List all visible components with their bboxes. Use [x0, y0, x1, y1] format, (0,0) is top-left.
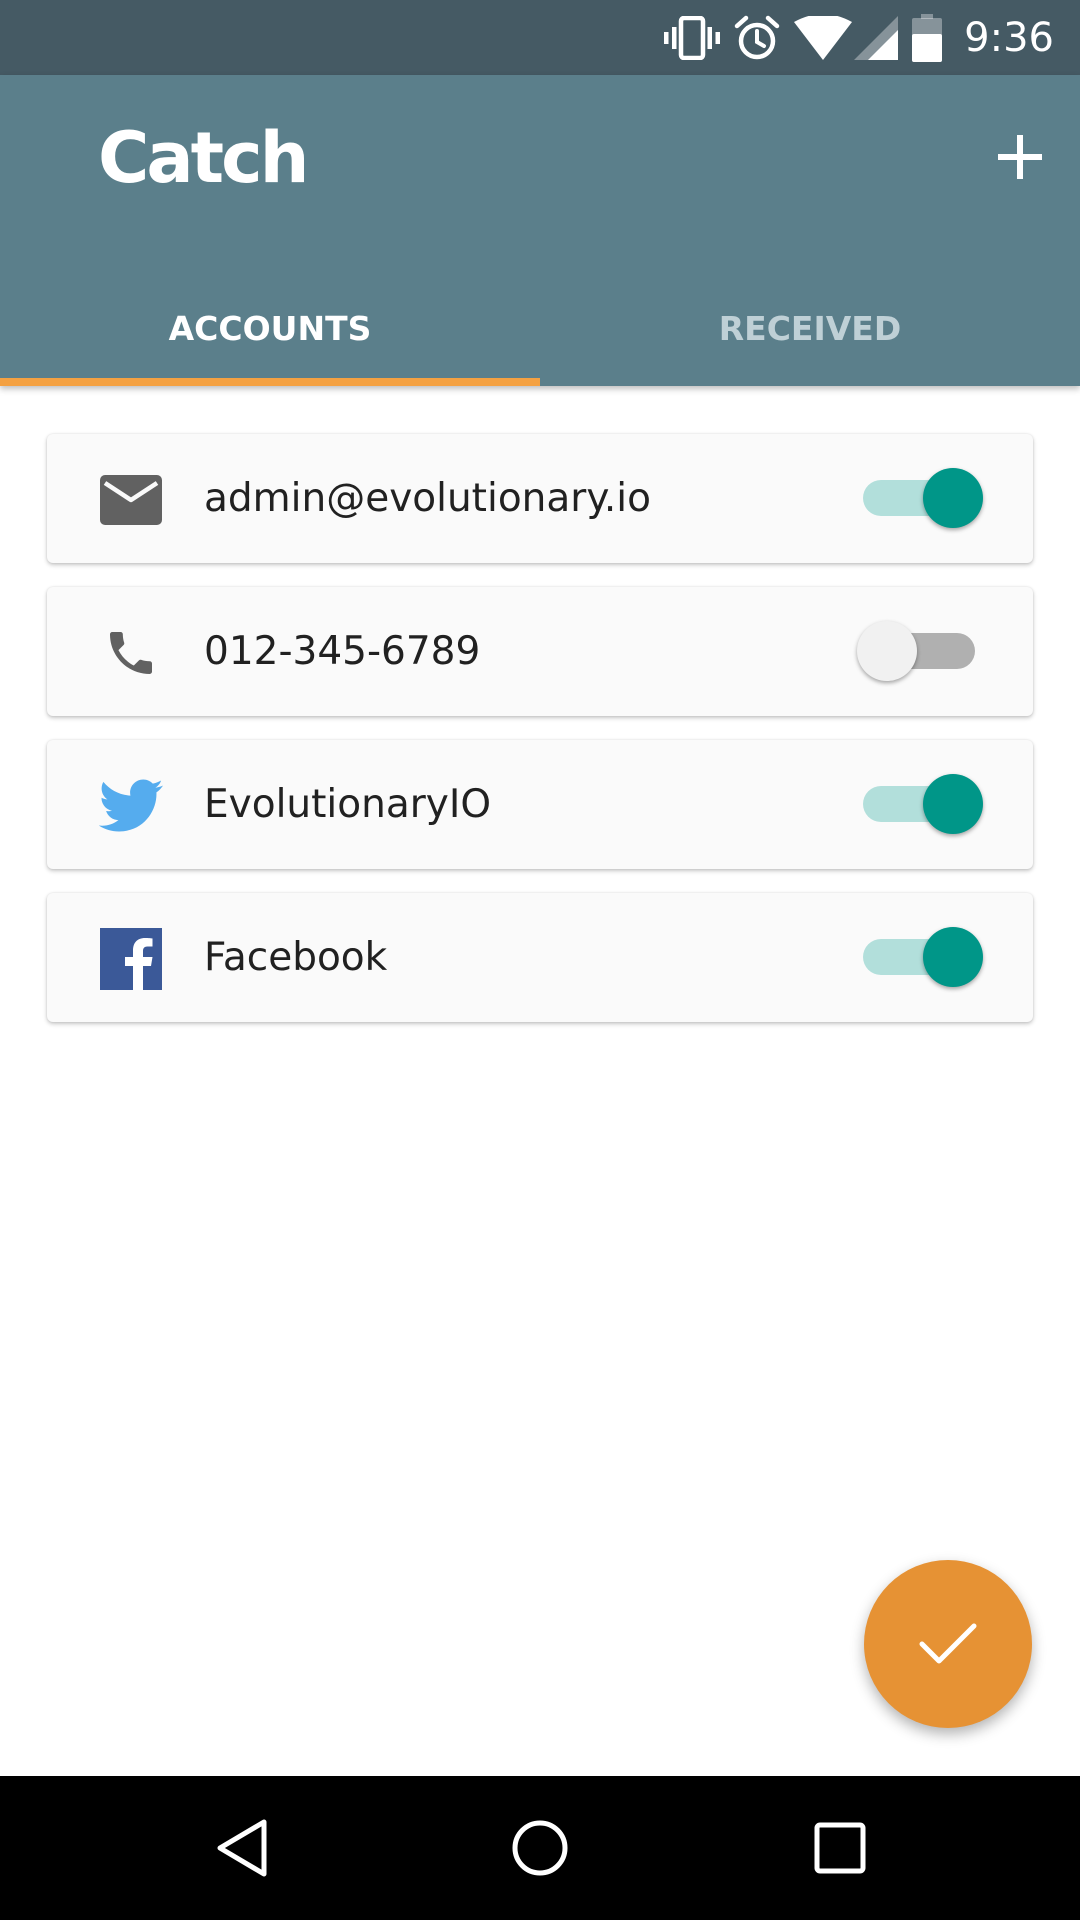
account-label-twitter: EvolutionaryIO — [204, 782, 492, 827]
recents-icon — [814, 1822, 866, 1874]
account-card-phone[interactable]: 012-345-6789 — [47, 587, 1033, 716]
toggle-thumb — [923, 468, 983, 528]
toggle-thumb — [923, 927, 983, 987]
email-icon — [99, 468, 163, 532]
account-list: admin@evolutionary.io 012-345-6789 Evolu… — [47, 434, 1033, 1046]
phone-icon — [99, 621, 163, 685]
facebook-icon — [99, 927, 163, 991]
vibrate-icon — [664, 15, 721, 60]
app-title: Catch — [98, 117, 309, 199]
twitter-toggle[interactable] — [863, 774, 983, 834]
navigation-bar — [0, 1776, 1080, 1920]
toggle-thumb — [923, 774, 983, 834]
tab-received[interactable]: RECEIVED — [540, 270, 1080, 386]
back-icon — [217, 1819, 267, 1877]
tab-indicator — [0, 378, 540, 386]
app-bar: Catch ACCOUNTS RECEIVED — [0, 75, 1080, 386]
confirm-fab-button[interactable] — [864, 1560, 1032, 1728]
account-card-email[interactable]: admin@evolutionary.io — [47, 434, 1033, 563]
tab-accounts-label: ACCOUNTS — [168, 308, 372, 348]
add-account-button[interactable] — [988, 125, 1052, 189]
status-bar: 9:36 — [0, 0, 1080, 75]
account-card-facebook[interactable]: Facebook — [47, 893, 1033, 1022]
tab-bar: ACCOUNTS RECEIVED — [0, 270, 1080, 386]
alarm-icon — [734, 15, 780, 59]
tab-received-label: RECEIVED — [718, 308, 902, 348]
status-time: 9:36 — [964, 14, 1054, 61]
phone-toggle[interactable] — [857, 621, 975, 681]
toggle-thumb — [857, 621, 917, 681]
twitter-icon — [99, 774, 163, 838]
wifi-icon — [794, 15, 853, 60]
check-icon — [919, 1623, 977, 1664]
back-button[interactable] — [197, 1803, 287, 1893]
facebook-toggle[interactable] — [863, 927, 983, 987]
status-icons: 9:36 — [650, 0, 1080, 75]
battery-icon — [912, 13, 943, 62]
email-toggle[interactable] — [863, 468, 983, 528]
account-label-email: admin@evolutionary.io — [204, 476, 651, 521]
account-label-phone: 012-345-6789 — [204, 629, 481, 674]
home-button[interactable] — [495, 1803, 585, 1893]
tab-accounts[interactable]: ACCOUNTS — [0, 270, 540, 386]
signal-icon — [854, 15, 899, 60]
account-card-twitter[interactable]: EvolutionaryIO — [47, 740, 1033, 869]
account-label-facebook: Facebook — [204, 935, 388, 980]
home-icon — [512, 1820, 568, 1876]
plus-icon — [998, 135, 1042, 179]
recents-button[interactable] — [795, 1803, 885, 1893]
